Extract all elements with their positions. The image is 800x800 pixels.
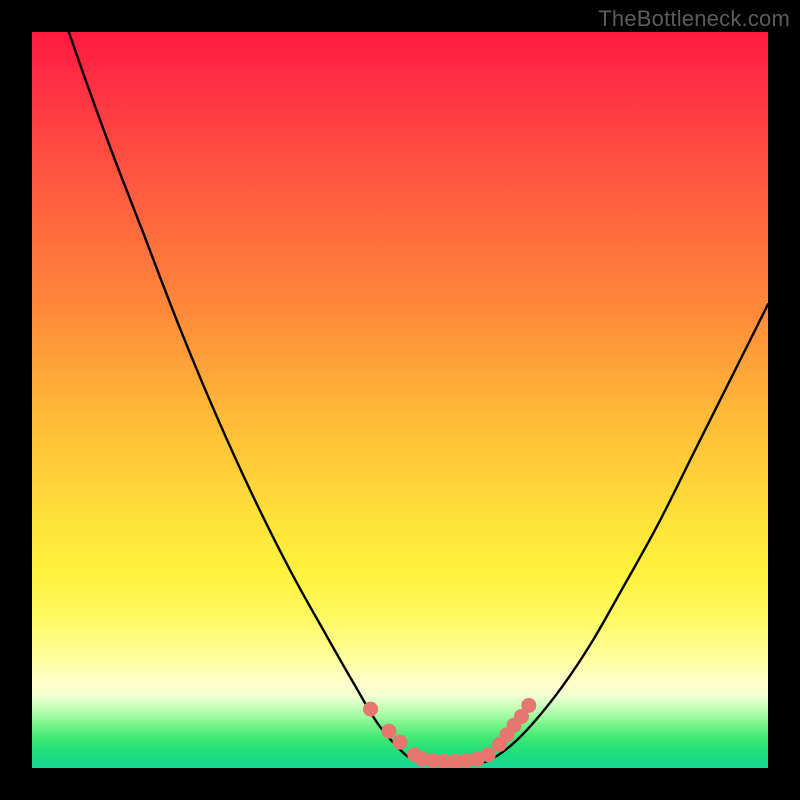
chart-plot-area — [32, 32, 768, 768]
data-marker — [393, 735, 408, 750]
data-marker — [521, 698, 536, 713]
bottleneck-curve — [32, 32, 768, 764]
chart-svg — [32, 32, 768, 768]
chart-frame: TheBottleneck.com — [0, 0, 800, 800]
data-marker — [381, 724, 396, 739]
data-marker — [481, 747, 496, 762]
data-marker — [363, 702, 378, 717]
watermark-text: TheBottleneck.com — [598, 6, 790, 32]
